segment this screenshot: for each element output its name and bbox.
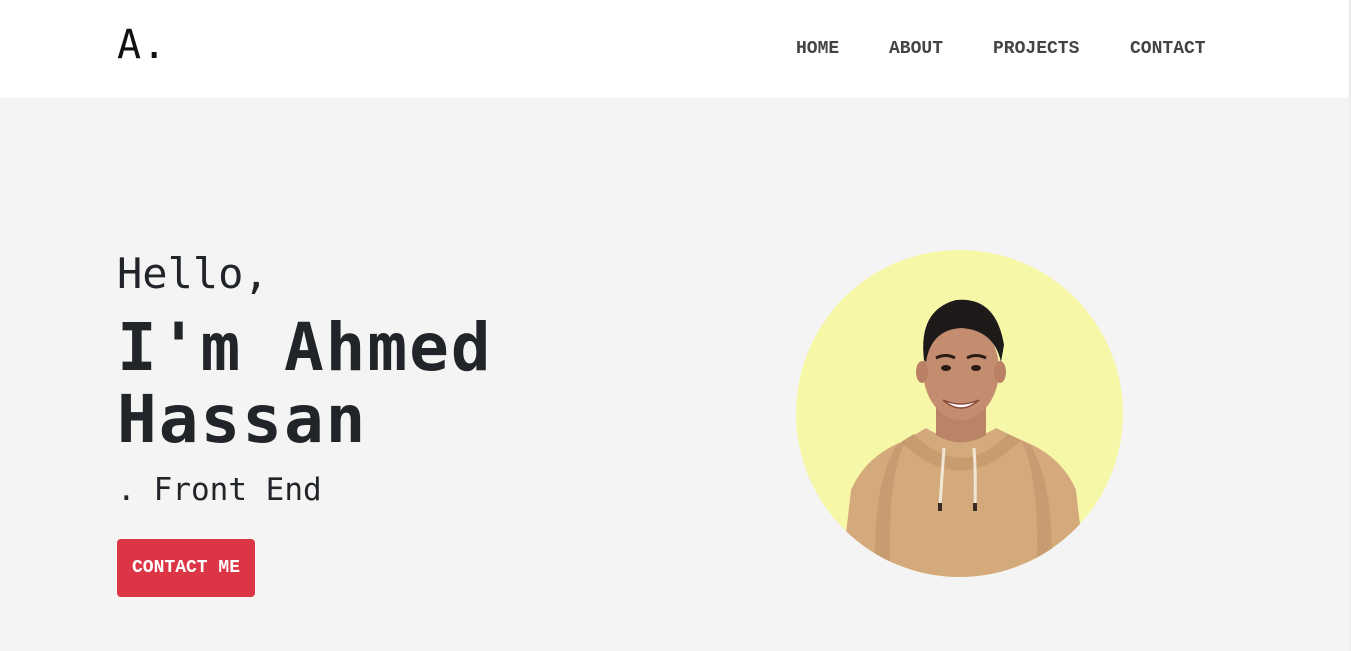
hero-name-line1: I'm Ahmed <box>117 309 493 386</box>
avatar <box>796 250 1123 577</box>
navbar: A. HOME ABOUT PROJECTS CONTACT <box>0 0 1349 98</box>
hero-name-line2: Hassan <box>117 381 368 458</box>
nav-link-projects[interactable]: PROJECTS <box>993 37 1079 61</box>
nav-link-contact[interactable]: CONTACT <box>1130 37 1206 61</box>
hero-role: . Front End <box>117 470 322 510</box>
portrait-image <box>841 299 1086 577</box>
contact-me-button[interactable]: CONTACT ME <box>117 539 255 597</box>
role-text: Front End <box>153 472 322 508</box>
role-prefix: . <box>117 472 136 508</box>
hero-greeting: Hello, <box>117 249 269 298</box>
main-nav: HOME ABOUT PROJECTS CONTACT <box>0 37 1349 61</box>
hero-name: I'm Ahmed Hassan <box>117 312 637 456</box>
nav-link-home[interactable]: HOME <box>796 37 839 61</box>
nav-link-about[interactable]: ABOUT <box>889 37 943 61</box>
